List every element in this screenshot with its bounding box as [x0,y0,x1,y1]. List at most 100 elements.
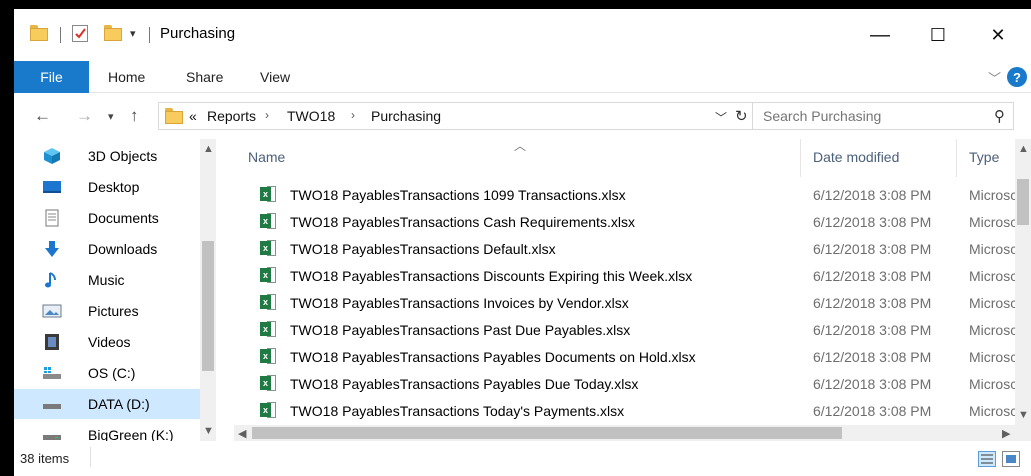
column-divider[interactable] [800,139,801,177]
file-row[interactable]: x TWO18 PayablesTransactions Payables Doc… [216,343,1017,370]
nav-pane-scrollbar[interactable]: ▲ ▼ [200,139,216,441]
tab-home[interactable]: Home [108,69,145,85]
excel-file-icon: x [260,348,276,364]
file-name: TWO18 PayablesTransactions Payables Due … [290,376,639,392]
search-icon[interactable]: ⚲ [994,107,1005,125]
file-type: Microsc [969,268,1017,284]
column-header-type[interactable]: Type [969,149,999,165]
file-date-modified: 6/12/2018 3:08 PM [813,268,932,284]
file-row[interactable]: x TWO18 PayablesTransactions 1099 Transac… [216,181,1017,208]
sort-ascending-icon: ︿ [514,139,527,153]
navigation-pane: 3D Objects Desktop Documents Downloads M… [14,139,216,443]
toolbar-divider [149,27,150,43]
properties-checkmark-icon[interactable] [72,25,88,42]
file-row[interactable]: x TWO18 PayablesTransactions Invoices by … [216,289,1017,316]
forward-arrow-icon[interactable]: → [76,106,93,126]
large-icons-view-icon[interactable] [1002,451,1020,467]
nav-item-downloads[interactable]: Downloads [14,234,200,264]
nav-pane-scroll-thumb[interactable] [202,241,214,371]
file-date-modified: 6/12/2018 3:08 PM [813,241,932,257]
breadcrumb-separator-icon[interactable]: › [351,108,355,122]
ribbon-tabs: File Home Share View ﹀ ? [14,61,1031,93]
column-header-date-modified[interactable]: Date modified [813,149,899,165]
tab-share[interactable]: Share [186,69,223,85]
nav-item-documents[interactable]: Documents [14,203,200,233]
scroll-up-arrow-icon[interactable]: ▲ [1018,143,1029,155]
breadcrumb-purchasing[interactable]: Purchasing [371,108,441,124]
folder-icon [165,108,183,124]
breadcrumb-two18[interactable]: TWO18 [287,108,335,124]
excel-file-icon: x [260,267,276,283]
search-box[interactable]: ⚲ [752,102,1014,130]
address-dropdown-chevron-icon[interactable]: ﹀ [715,109,727,126]
scroll-down-arrow-icon[interactable]: ▼ [1018,409,1029,421]
up-arrow-icon[interactable]: ↑ [130,106,139,126]
nav-item-label: Downloads [88,241,158,257]
file-type: Microsc [969,214,1017,230]
nav-item-biggreen-k[interactable]: BigGreen (K:) [14,420,200,443]
breadcrumb-overflow[interactable]: « [189,108,197,124]
tab-view[interactable]: View [260,69,290,85]
file-name: TWO18 PayablesTransactions Default.xlsx [290,241,556,257]
downloads-icon [42,240,62,258]
file-name: TWO18 PayablesTransactions Discounts Exp… [290,268,693,284]
file-date-modified: 6/12/2018 3:08 PM [813,376,932,392]
window-title: Purchasing [160,25,236,42]
file-date-modified: 6/12/2018 3:08 PM [813,295,932,311]
scroll-left-arrow-icon[interactable]: ◀ [238,427,246,440]
file-type: Microsc [969,295,1017,311]
new-folder-icon[interactable] [104,25,122,41]
file-name: TWO18 PayablesTransactions Today's Payme… [290,403,625,419]
customize-toolbar-dropdown-icon[interactable]: ▾ [130,27,136,40]
nav-item-3d-objects[interactable]: 3D Objects [14,141,200,171]
nav-item-label: DATA (D:) [88,396,150,412]
expand-ribbon-chevron-icon[interactable]: ﹀ [988,68,1001,87]
nav-item-data-d[interactable]: DATA (D:) [14,389,200,419]
file-list-horizontal-scrollbar[interactable]: ◀ ▶ [234,425,1031,441]
maximize-button[interactable]: ☐ [914,9,962,61]
file-type: Microsc [969,241,1017,257]
back-arrow-icon[interactable]: ← [34,106,51,126]
scroll-right-arrow-icon[interactable]: ▶ [1002,427,1010,440]
file-row[interactable]: x TWO18 PayablesTransactions Past Due Pay… [216,316,1017,343]
nav-item-desktop[interactable]: Desktop [14,172,200,202]
tab-file[interactable]: File [14,61,89,93]
address-bar[interactable]: « Reports › TWO18 › Purchasing ﹀ ↻ [158,102,754,130]
scroll-down-arrow-icon[interactable]: ▼ [203,425,214,437]
toolbar-divider [60,27,61,43]
close-button[interactable]: ✕ [974,9,1022,61]
vertical-scroll-thumb[interactable] [1017,179,1029,225]
refresh-icon[interactable]: ↻ [735,107,748,125]
file-row[interactable]: x TWO18 PayablesTransactions Today's Paym… [216,397,1017,424]
nav-item-videos[interactable]: Videos [14,327,200,357]
column-divider[interactable] [956,139,957,177]
status-divider [90,447,91,467]
file-list-vertical-scrollbar[interactable]: ▲ ▼ [1015,139,1031,425]
excel-file-icon: x [260,375,276,391]
minimize-button[interactable]: — [856,9,904,61]
horizontal-scroll-thumb[interactable] [252,427,842,439]
file-name: TWO18 PayablesTransactions Past Due Paya… [290,322,631,338]
excel-file-icon: x [260,321,276,337]
nav-item-music[interactable]: Music [14,265,200,295]
nav-item-label: 3D Objects [88,148,158,164]
help-icon[interactable]: ? [1007,67,1027,87]
file-row[interactable]: x TWO18 PayablesTransactions Default.xlsx… [216,235,1017,262]
excel-file-icon: x [260,294,276,310]
search-input[interactable] [763,107,973,125]
breadcrumb-separator-icon[interactable]: › [265,108,269,122]
column-header-name[interactable]: Name [248,149,285,165]
drive-icon [42,395,62,413]
nav-item-pictures[interactable]: Pictures [14,296,200,326]
nav-item-label: Documents [88,210,159,226]
breadcrumb-reports[interactable]: Reports [207,108,256,124]
details-view-icon[interactable] [978,451,996,467]
file-row[interactable]: x TWO18 PayablesTransactions Discounts Ex… [216,262,1017,289]
folder-icon[interactable] [30,25,48,41]
nav-item-os-c[interactable]: OS (C:) [14,358,200,388]
file-name: TWO18 PayablesTransactions Invoices by V… [290,295,629,311]
scroll-up-arrow-icon[interactable]: ▲ [203,143,214,155]
file-row[interactable]: x TWO18 PayablesTransactions Payables Due… [216,370,1017,397]
file-row[interactable]: x TWO18 PayablesTransactions Cash Require… [216,208,1017,235]
recent-locations-chevron-icon[interactable]: ▾ [108,110,114,123]
